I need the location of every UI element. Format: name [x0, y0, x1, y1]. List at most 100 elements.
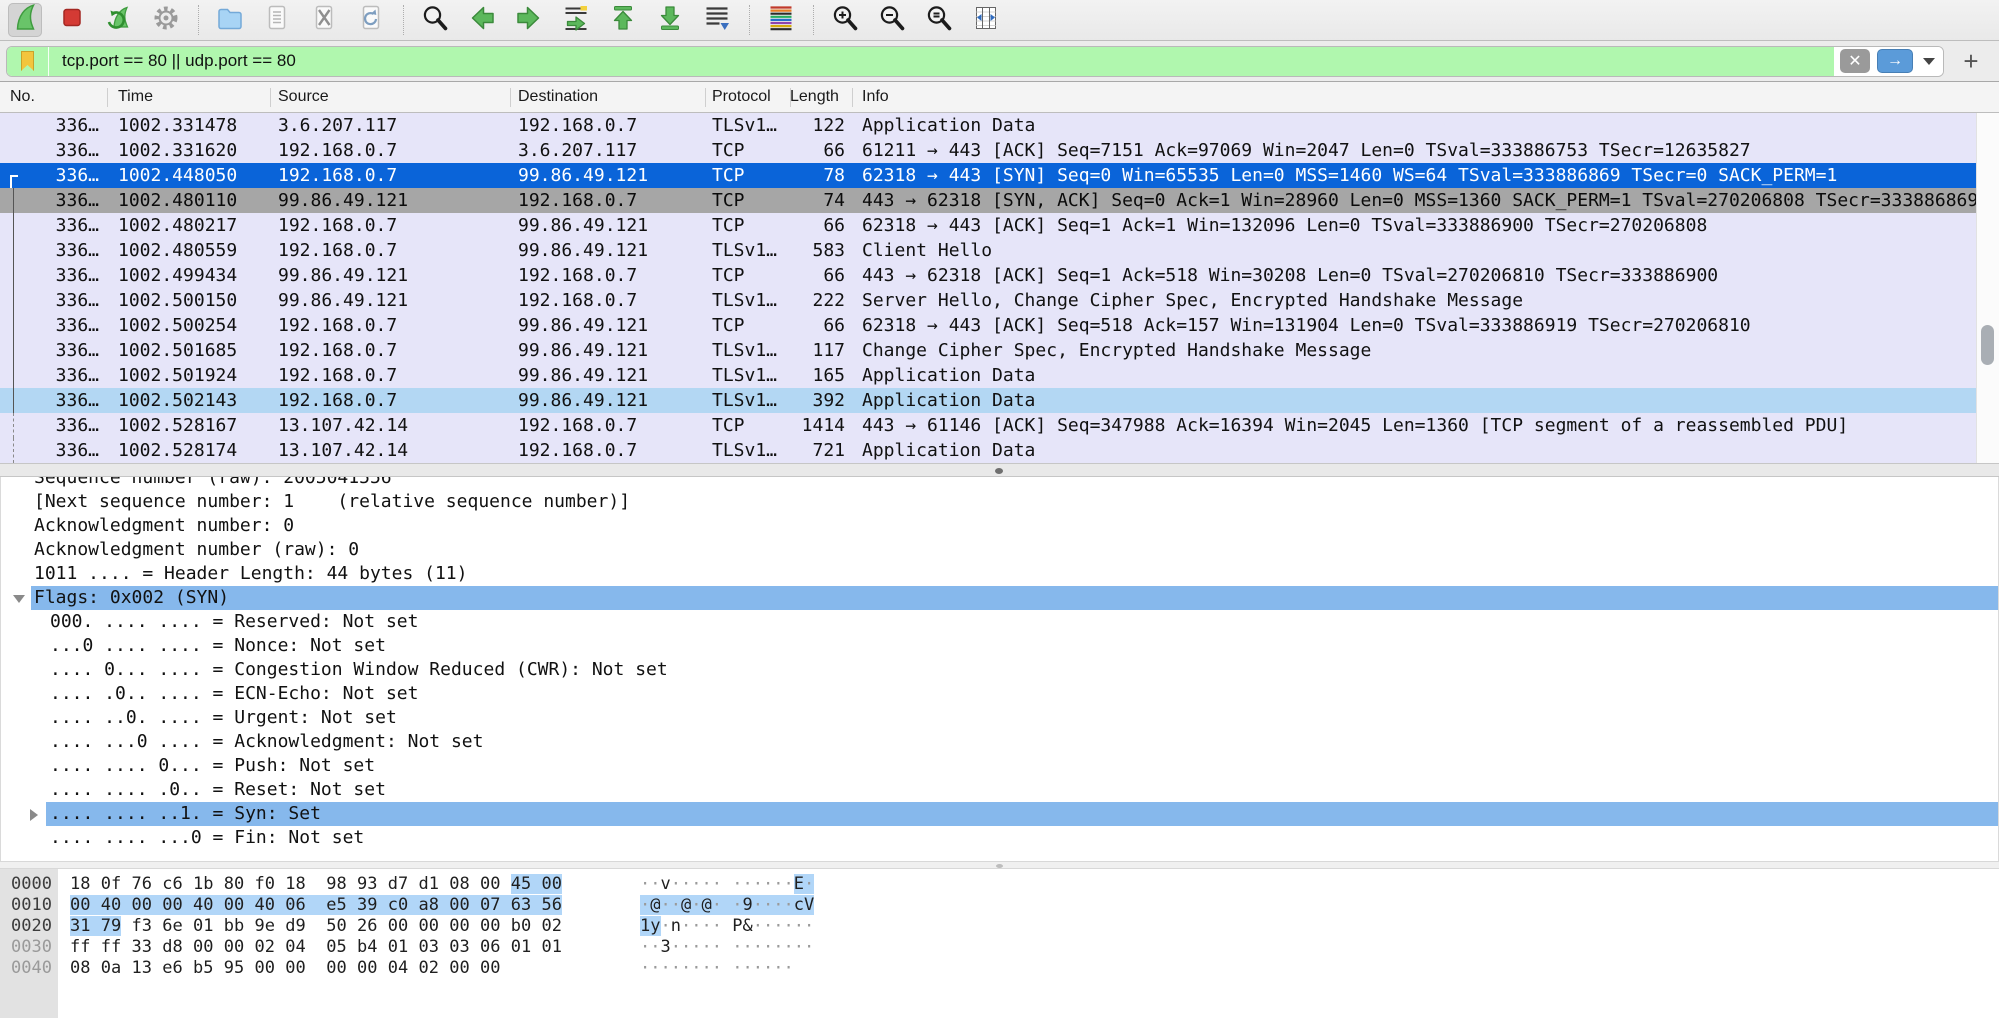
doc-save-icon — [262, 3, 292, 38]
apply-filter-button[interactable]: → — [1877, 49, 1913, 73]
pane-splitter-top[interactable] — [0, 463, 1999, 477]
packet-row[interactable]: 336…1002.3314783.6.207.117192.168.0.7TLS… — [0, 113, 1976, 138]
detail-line[interactable]: .... .0.. .... = ECN-Echo: Not set — [1, 682, 1998, 706]
packet-row[interactable]: 336…1002.500254192.168.0.799.86.49.121TC… — [0, 313, 1976, 338]
packet-row[interactable]: 336…1002.49943499.86.49.121192.168.0.7TC… — [0, 263, 1976, 288]
auto-scroll-button[interactable] — [700, 3, 734, 37]
detail-line[interactable]: Flags: 0x002 (SYN) — [1, 586, 1998, 610]
hex-ascii[interactable]: ·@··@·@· ·9····cV — [640, 895, 814, 916]
reload-file-button[interactable] — [354, 3, 388, 37]
restart-capture-button[interactable] — [102, 3, 136, 37]
stop-capture-button[interactable] — [55, 3, 89, 37]
hex-row[interactable]: 002031 79 f3 6e 01 bb 9e d9 50 26 00 00 … — [0, 916, 1999, 937]
first-packet-button[interactable] — [606, 3, 640, 37]
start-capture-button[interactable] — [8, 3, 42, 37]
capture-options-button[interactable] — [149, 3, 183, 37]
detail-line[interactable]: .... 0... .... = Congestion Window Reduc… — [1, 658, 1998, 682]
detail-line[interactable]: .... .... ...0 = Fin: Not set — [1, 826, 1998, 850]
detail-line[interactable]: .... ..0. .... = Urgent: Not set — [1, 706, 1998, 730]
detail-line[interactable]: .... .... .0.. = Reset: Not set — [1, 778, 1998, 802]
hex-bytes[interactable]: 31 79 f3 6e 01 bb 9e d9 50 26 00 00 00 0… — [70, 916, 562, 937]
cell-source: 13.107.42.14 — [270, 438, 510, 463]
hex-bytes[interactable]: ff ff 33 d8 00 00 02 04 05 b4 01 03 03 0… — [70, 937, 562, 958]
filter-dropdown-caret-icon[interactable] — [1923, 58, 1935, 65]
hex-ascii[interactable]: ··3····· ········ — [640, 937, 814, 958]
hex-ascii[interactable]: 1y·n···· P&······ — [640, 916, 814, 937]
display-filter-area[interactable]: tcp.port == 80 || udp.port == 80 — [7, 47, 1834, 76]
packet-list-scrollbar[interactable] — [1976, 113, 1999, 463]
hex-bytes[interactable]: 18 0f 76 c6 1b 80 f0 18 98 93 d7 d1 08 0… — [70, 874, 562, 895]
add-filter-button[interactable]: + — [1956, 46, 1986, 77]
resize-columns-button[interactable] — [969, 3, 1003, 37]
pane-splitter-bottom[interactable] — [0, 861, 1999, 869]
next-packet-button[interactable] — [512, 3, 546, 37]
save-file-button[interactable] — [260, 3, 294, 37]
detail-line[interactable]: [Next sequence number: 1 (relative seque… — [1, 490, 1998, 514]
hex-offset: 0040 — [11, 958, 52, 979]
column-separator[interactable] — [270, 88, 271, 107]
display-filter-input[interactable]: tcp.port == 80 || udp.port == 80 ✕ → — [6, 46, 1944, 77]
zoom-in-button[interactable] — [828, 3, 862, 37]
column-header-time[interactable]: Time — [118, 82, 270, 113]
packet-row[interactable]: 336…1002.480217192.168.0.799.86.49.121TC… — [0, 213, 1976, 238]
go-to-packet-button[interactable] — [559, 3, 593, 37]
splitter-handle-icon — [995, 468, 1003, 474]
hex-row[interactable]: 000018 0f 76 c6 1b 80 f0 18 98 93 d7 d1 … — [0, 874, 1999, 895]
previous-packet-button[interactable] — [465, 3, 499, 37]
detail-line[interactable]: .... .... 0... = Push: Not set — [1, 754, 1998, 778]
zoom-reset-button[interactable] — [922, 3, 956, 37]
main-toolbar — [0, 0, 1999, 41]
packet-row[interactable]: 336…1002.52817413.107.42.14192.168.0.7TL… — [0, 438, 1976, 463]
detail-line[interactable]: .... .... ..1. = Syn: Set — [1, 802, 1998, 826]
packet-row[interactable]: 336…1002.50015099.86.49.121192.168.0.7TL… — [0, 288, 1976, 313]
detail-line[interactable]: 000. .... .... = Reserved: Not set — [1, 610, 1998, 634]
colorize-packets-button[interactable] — [764, 3, 798, 37]
detail-line[interactable]: 1011 .... = Header Length: 44 bytes (11) — [1, 562, 1998, 586]
first-icon — [608, 3, 638, 38]
packet-row[interactable]: 336…1002.52816713.107.42.14192.168.0.7TC… — [0, 413, 1976, 438]
find-packet-button[interactable] — [418, 3, 452, 37]
packet-row[interactable]: 336…1002.448050192.168.0.799.86.49.121TC… — [0, 163, 1976, 188]
hex-ascii[interactable]: ··v····· ······E· — [640, 874, 814, 895]
hex-row[interactable]: 0040 08 0a 13 e6 b5 95 00 00 00 00 04 02 … — [0, 958, 1999, 979]
detail-line[interactable]: .... ...0 .... = Acknowledgment: Not set — [1, 730, 1998, 754]
display-filter-text[interactable]: tcp.port == 80 || udp.port == 80 — [49, 51, 296, 71]
detail-line[interactable]: Sequence number (raw): 2005041556 — [1, 477, 1998, 490]
hex-row[interactable]: 0030ff ff 33 d8 00 00 02 04 05 b4 01 03 … — [0, 937, 1999, 958]
toolbar-separator — [749, 5, 750, 35]
detail-line[interactable]: ...0 .... .... = Nonce: Not set — [1, 634, 1998, 658]
chevron-right-icon[interactable] — [30, 809, 38, 821]
packet-row[interactable]: 336…1002.480559192.168.0.799.86.49.121TL… — [0, 238, 1976, 263]
column-header-source[interactable]: Source — [278, 82, 510, 113]
hex-ascii[interactable]: ········ ······ — [640, 958, 794, 979]
hex-bytes[interactable]: 00 40 00 00 40 00 40 06 e5 39 c0 a8 00 0… — [70, 895, 562, 916]
column-separator[interactable] — [790, 88, 791, 107]
column-separator[interactable] — [705, 88, 706, 107]
packet-row[interactable]: 336…1002.501924192.168.0.799.86.49.121TL… — [0, 363, 1976, 388]
zoom-out-button[interactable] — [875, 3, 909, 37]
detail-line[interactable]: Acknowledgment number: 0 — [1, 514, 1998, 538]
hex-bytes[interactable]: 08 0a 13 e6 b5 95 00 00 00 00 04 02 00 0… — [70, 958, 501, 979]
column-header-protocol[interactable]: Protocol — [712, 82, 790, 113]
column-header-destination[interactable]: Destination — [518, 82, 705, 113]
close-file-button[interactable] — [307, 3, 341, 37]
column-header-no[interactable]: No. — [10, 82, 107, 113]
column-separator[interactable] — [852, 88, 853, 107]
packet-row[interactable]: 336…1002.502143192.168.0.799.86.49.121TL… — [0, 388, 1976, 413]
scrollbar-thumb[interactable] — [1981, 325, 1994, 365]
packet-row[interactable]: 336…1002.331620192.168.0.73.6.207.117TCP… — [0, 138, 1976, 163]
clear-filter-button[interactable]: ✕ — [1840, 49, 1870, 73]
detail-line[interactable]: Acknowledgment number (raw): 0 — [1, 538, 1998, 562]
column-separator[interactable] — [510, 88, 511, 107]
column-separator[interactable] — [107, 88, 108, 107]
packet-row[interactable]: 336…1002.501685192.168.0.799.86.49.121TL… — [0, 338, 1976, 363]
hex-row[interactable]: 001000 40 00 00 40 00 40 06 e5 39 c0 a8 … — [0, 895, 1999, 916]
open-file-button[interactable] — [213, 3, 247, 37]
filter-bookmark-button[interactable] — [7, 47, 49, 76]
column-header-length[interactable]: Length — [790, 82, 852, 113]
column-header-info[interactable]: Info — [862, 82, 1976, 113]
chevron-down-icon[interactable] — [13, 595, 25, 603]
last-packet-button[interactable] — [653, 3, 687, 37]
packet-row[interactable]: 336…1002.48011099.86.49.121192.168.0.7TC… — [0, 188, 1976, 213]
cell-info: Application Data — [852, 438, 1976, 463]
